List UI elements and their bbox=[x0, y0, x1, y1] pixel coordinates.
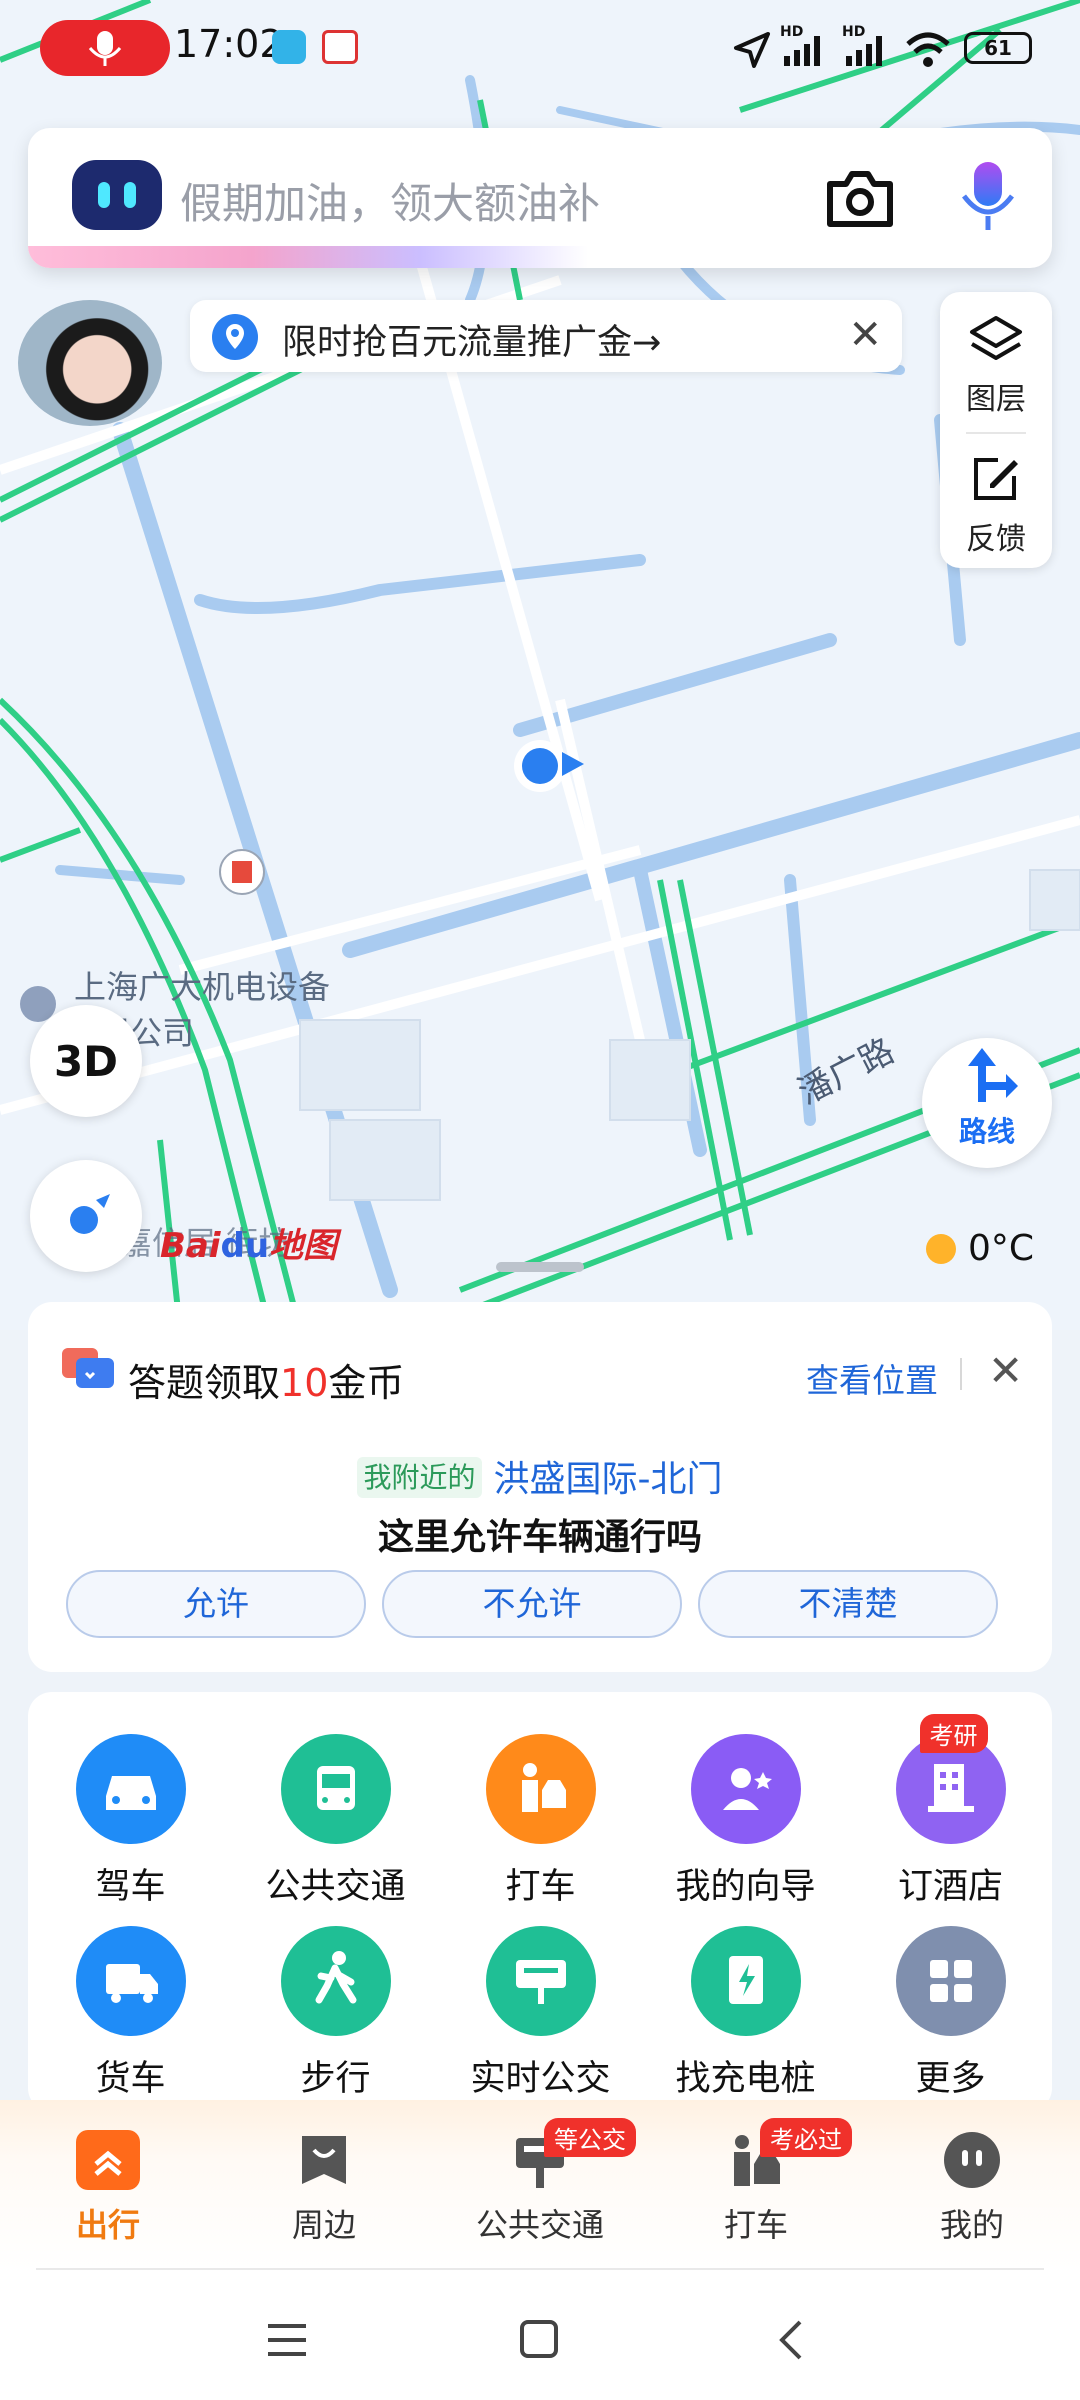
baidu-map-logo: Baidu地图 bbox=[160, 1226, 338, 1266]
service-book-hotel[interactable]: 考研 订酒店 bbox=[848, 1714, 1053, 1909]
feedback-button[interactable]: 反馈 bbox=[940, 454, 1052, 558]
promo-banner[interactable]: 限时抢百元流量推广金→ ✕ bbox=[190, 300, 902, 372]
travel-icon bbox=[76, 2130, 140, 2190]
service-more[interactable]: 更多 bbox=[848, 1926, 1053, 2101]
back-icon[interactable] bbox=[772, 2318, 812, 2362]
question-text: 这里允许车辆通行吗 bbox=[377, 1517, 702, 1558]
place-name[interactable]: 洪盛国际-北门 bbox=[494, 1459, 723, 1500]
service-my-guide[interactable]: 我的向导 bbox=[643, 1734, 848, 1909]
signal-icon-1 bbox=[784, 36, 820, 66]
microphone-icon bbox=[88, 31, 122, 66]
route-button[interactable]: 路线 bbox=[922, 1038, 1052, 1168]
transit-icon: 等公交 bbox=[508, 2118, 636, 2190]
feedback-edit-icon bbox=[974, 458, 1018, 500]
guide-icon bbox=[690, 1734, 801, 1844]
promo-close-icon[interactable]: ✕ bbox=[848, 312, 882, 358]
battery-level: 61 bbox=[984, 36, 1012, 60]
location-pin-icon bbox=[212, 314, 258, 360]
profile-icon bbox=[940, 2130, 1004, 2190]
transit-badge: 等公交 bbox=[544, 2118, 636, 2157]
nav-public-transit[interactable]: 等公交 公共交通 bbox=[432, 2118, 648, 2246]
option-allow-button[interactable]: 允许 bbox=[66, 1570, 366, 1638]
car-icon bbox=[75, 1734, 186, 1844]
camera-icon[interactable] bbox=[824, 168, 896, 230]
menu-icon[interactable] bbox=[266, 2320, 310, 2360]
feedback-label: 反馈 bbox=[966, 522, 1026, 557]
weather-indicator[interactable]: 0°C bbox=[926, 1228, 1034, 1269]
bus-icon bbox=[280, 1734, 391, 1844]
taxi-icon bbox=[485, 1734, 596, 1844]
status-time: 17:02 bbox=[174, 22, 284, 66]
route-label: 路线 bbox=[958, 1115, 1015, 1148]
view-position-link[interactable]: 查看位置 bbox=[806, 1354, 938, 1402]
question-card: 答题领取10金币 查看位置 ✕ 我附近的 洪盛国际-北门 这里允许车辆通行吗 允许… bbox=[28, 1302, 1052, 1672]
service-public-transit[interactable]: 公共交通 bbox=[233, 1734, 438, 1909]
hotel-badge: 考研 bbox=[919, 1714, 988, 1753]
route-arrow-icon bbox=[968, 1048, 1018, 1102]
nav-travel[interactable]: 出行 bbox=[0, 2130, 216, 2246]
home-icon[interactable] bbox=[518, 2318, 562, 2362]
status-bar: 17:02 HD HD 61 bbox=[0, 0, 1080, 100]
walk-icon bbox=[280, 1926, 391, 2036]
near-tag: 我附近的 bbox=[357, 1457, 482, 1498]
app-notification-icon bbox=[322, 30, 358, 64]
nav-profile[interactable]: 我的 bbox=[864, 2130, 1080, 2246]
service-find-charger[interactable]: 找充电桩 bbox=[643, 1926, 848, 2101]
taxi-badge: 考必过 bbox=[760, 2118, 852, 2157]
layers-label: 图层 bbox=[966, 382, 1026, 417]
chat-bubble-icon bbox=[62, 1348, 114, 1388]
option-disallow-button[interactable]: 不允许 bbox=[382, 1570, 682, 1638]
tools-divider bbox=[966, 432, 1026, 434]
voice-search-icon[interactable] bbox=[956, 160, 1020, 236]
layers-icon bbox=[970, 316, 1022, 360]
search-placeholder: 假期加油，领大额油补 bbox=[180, 179, 601, 228]
service-taxi[interactable]: 打车 bbox=[438, 1734, 643, 1909]
user-avatar[interactable] bbox=[18, 300, 162, 426]
signal-icon-2 bbox=[846, 36, 882, 66]
partly-cloudy-icon bbox=[926, 1234, 956, 1264]
coin-count: 10 bbox=[280, 1361, 329, 1405]
taxi-nav-icon: 考必过 bbox=[724, 2118, 852, 2190]
nav-taxi[interactable]: 考必过 打车 bbox=[648, 2118, 864, 2246]
recording-indicator[interactable] bbox=[40, 20, 170, 76]
bottom-nav: 出行 周边 等公交 公共交通 考必过 打车 我的 bbox=[0, 2100, 1080, 2270]
option-unsure-button[interactable]: 不清楚 bbox=[698, 1570, 998, 1638]
system-navigation-bar bbox=[0, 2270, 1080, 2400]
battery-icon: 61 bbox=[964, 32, 1032, 64]
compass-locate-icon bbox=[70, 1194, 110, 1234]
search-bar-glow bbox=[28, 246, 588, 268]
question-title: 答题领取10金币 bbox=[128, 1361, 405, 1405]
nav-nearby[interactable]: 周边 bbox=[216, 2130, 432, 2246]
service-truck[interactable]: 货车 bbox=[28, 1926, 233, 2101]
hotel-icon: 考研 bbox=[895, 1714, 1006, 1844]
nearby-icon bbox=[292, 2130, 356, 2190]
question-close-icon[interactable]: ✕ bbox=[988, 1346, 1023, 1395]
truck-icon bbox=[75, 1926, 186, 2036]
wifi-icon bbox=[906, 32, 950, 67]
location-arrow-icon bbox=[734, 32, 770, 68]
panel-drag-handle[interactable] bbox=[496, 1262, 584, 1272]
service-realtime-bus[interactable]: 实时公交 bbox=[438, 1926, 643, 2101]
weather-temp: 0°C bbox=[968, 1228, 1035, 1269]
search-bar[interactable]: 假期加油，领大额油补 bbox=[28, 128, 1052, 268]
toggle-3d-button[interactable]: 3D bbox=[30, 1005, 142, 1117]
more-grid-icon bbox=[895, 1926, 1006, 2036]
map-tools-panel: 图层 反馈 bbox=[940, 292, 1052, 568]
charger-icon bbox=[690, 1926, 801, 2036]
telegram-notification-icon bbox=[272, 30, 306, 64]
assistant-robot-icon[interactable] bbox=[72, 160, 162, 230]
card-separator bbox=[960, 1358, 962, 1390]
nearby-place: 我附近的 洪盛国际-北门 bbox=[28, 1450, 1052, 1502]
service-drive[interactable]: 驾车 bbox=[28, 1734, 233, 1909]
service-walk[interactable]: 步行 bbox=[233, 1926, 438, 2101]
services-grid: 驾车 公共交通 打车 我的向导 考研 订酒店 货车 步行 实时公交 找充电桩 更… bbox=[28, 1692, 1052, 2112]
realtime-bus-icon bbox=[485, 1926, 596, 2036]
promo-text: 限时抢百元流量推广金→ bbox=[282, 323, 662, 363]
locate-me-button[interactable] bbox=[30, 1160, 142, 1272]
layers-button[interactable]: 图层 bbox=[940, 314, 1052, 418]
